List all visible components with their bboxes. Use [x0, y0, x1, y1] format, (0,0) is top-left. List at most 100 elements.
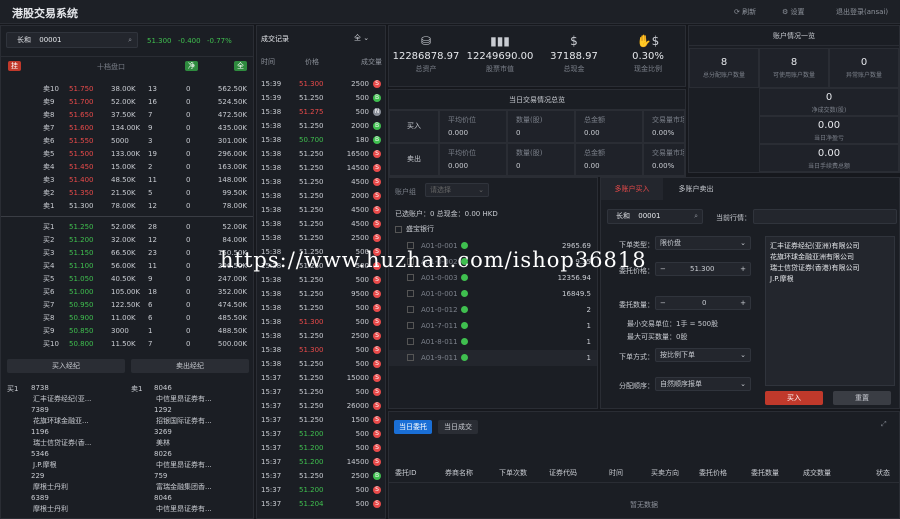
refresh-button[interactable]: ⟳ 刷新: [734, 7, 756, 17]
broker-name[interactable]: 美林: [156, 438, 170, 448]
ask-row[interactable]: 卖3 51.400 48.50K 11 0 148.00K: [1, 174, 253, 187]
broker-name[interactable]: 招银国际证券有...: [156, 416, 212, 426]
bid-row[interactable]: 买3 51.150 66.50K 23 0 150.50K: [1, 247, 253, 260]
account-checkbox[interactable]: [407, 338, 414, 345]
ask-row[interactable]: 卖5 51.500 133.00K 19 0 296.00K: [1, 148, 253, 161]
account-checkbox[interactable]: [407, 354, 414, 361]
status-ok-icon: [461, 306, 468, 313]
orders-col-5: 买卖方向: [651, 469, 679, 477]
broker-option[interactable]: 花旗环球金融亚洲有限公司: [770, 252, 890, 263]
net-tag[interactable]: 净: [185, 61, 198, 71]
all-tag[interactable]: 全: [234, 61, 247, 71]
sell-brokers-button[interactable]: 卖出经纪: [131, 359, 249, 373]
broker-name[interactable]: 瑞士信贷证券(香...: [33, 438, 91, 448]
search-icon[interactable]: ⌕: [694, 210, 698, 223]
trade-side-badge: S: [373, 458, 381, 466]
bid-row[interactable]: 买7 50.950 122.50K 6 0 474.50K: [1, 299, 253, 312]
order-stock-input[interactable]: 长和 00001 ⌕: [607, 209, 703, 224]
account-checkbox[interactable]: [407, 322, 414, 329]
plus-icon[interactable]: +: [740, 297, 746, 309]
tab-today-deals[interactable]: 当日成交: [438, 420, 478, 434]
reset-button[interactable]: 重置: [833, 391, 891, 405]
broker-name[interactable]: 汇丰证券经纪(亚...: [33, 394, 91, 404]
account-checkbox[interactable]: [407, 290, 414, 297]
ask-row[interactable]: 卖4 51.450 15.00K 2 0 163.00K: [1, 161, 253, 174]
tab-multi-sell[interactable]: 多账户卖出: [663, 178, 729, 200]
broker-id: 7389: [31, 406, 49, 414]
bid-row[interactable]: 买1 51.250 52.00K 28 0 52.00K: [1, 221, 253, 234]
broker-name[interactable]: 中信里昂证券有...: [156, 394, 212, 404]
chevron-down-icon: ⌄: [363, 34, 370, 42]
broker-name[interactable]: 中信里昂证券有...: [156, 460, 212, 470]
account-row[interactable]: A01-9-011 1: [389, 350, 597, 366]
bank-checkbox[interactable]: [395, 225, 402, 233]
bid-row[interactable]: 买5 51.050 40.50K 9 0 247.00K: [1, 273, 253, 286]
qty-stepper[interactable]: − 0 +: [655, 296, 751, 310]
account-row[interactable]: A01-0-003 12356.94: [389, 270, 597, 286]
broker-name[interactable]: 富瑞金融集团香...: [156, 482, 212, 492]
broker-name[interactable]: 摩根士丹利: [33, 482, 68, 492]
broker-option[interactable]: 汇丰证券经纪(亚洲)有限公司: [770, 241, 890, 252]
account-group-select[interactable]: 请选择 ⌄: [425, 183, 489, 197]
settings-button[interactable]: ⚙ 设置: [782, 7, 805, 17]
level-cumulative: 99.50K: [222, 189, 247, 197]
trade-time: 15:39: [261, 94, 282, 102]
buy-button[interactable]: 买入: [765, 391, 823, 405]
broker-name[interactable]: 花旗环球金融亚...: [33, 416, 89, 426]
bid-row[interactable]: 买4 51.100 56.00K 11 0 206.50K: [1, 260, 253, 273]
summary-cell: 数量(股) 0: [507, 110, 575, 143]
ask-row[interactable]: 卖1 51.300 78.00K 12 0 78.00K: [1, 200, 253, 213]
level-cumulative: 562.50K: [217, 85, 247, 93]
ask-row[interactable]: 卖10 51.750 38.00K 13 0 562.50K: [1, 83, 253, 96]
trade-row: 15:38 51.250 4500 S: [257, 218, 385, 231]
expand-icon[interactable]: ⤢: [881, 420, 887, 429]
account-group-placeholder: 请选择: [430, 186, 451, 194]
refresh-label: 刷新: [742, 8, 757, 16]
minus-icon[interactable]: −: [660, 263, 666, 275]
search-icon[interactable]: ⌕: [128, 33, 132, 47]
trade-volume: 2500: [351, 332, 369, 340]
account-row[interactable]: A01-0-012 2: [389, 302, 597, 318]
trades-filter[interactable]: 全 ⌄: [354, 33, 369, 43]
stat-value: 37188.97: [550, 51, 598, 62]
ask-row[interactable]: 卖6 51.550 5000 3 0 301.00K: [1, 135, 253, 148]
level-label: 买4: [43, 262, 55, 270]
ask-row[interactable]: 卖8 51.650 37.50K 7 0 472.50K: [1, 109, 253, 122]
minus-icon[interactable]: −: [660, 297, 666, 309]
bid-row[interactable]: 买9 50.850 3000 1 0 488.50K: [1, 325, 253, 338]
stock-search-input[interactable]: 长和 00001 ⌕: [6, 32, 138, 48]
broker-name[interactable]: 摩根士丹利: [33, 504, 68, 514]
ask-row[interactable]: 卖2 51.350 21.50K 5 0 99.50K: [1, 187, 253, 200]
bid-row[interactable]: 买8 50.900 11.00K 6 0 485.50K: [1, 312, 253, 325]
current-quote-field[interactable]: [753, 209, 897, 224]
account-row[interactable]: A01-7-011 1: [389, 318, 597, 334]
ask-row[interactable]: 卖9 51.700 52.00K 16 0 524.50K: [1, 96, 253, 109]
broker-name[interactable]: J.P.摩根: [33, 460, 57, 470]
account-checkbox[interactable]: [407, 274, 414, 281]
level-volume: 133.00K: [111, 150, 141, 158]
account-checkbox[interactable]: [407, 306, 414, 313]
bid-row[interactable]: 买6 51.000 105.00K 18 0 352.00K: [1, 286, 253, 299]
order-mode-select[interactable]: 按比例下单 ⌄: [655, 348, 751, 362]
alloc-order-select[interactable]: 自然顺序报单 ⌄: [655, 377, 751, 391]
bid-row[interactable]: 买2 51.200 32.00K 12 0 84.00K: [1, 234, 253, 247]
logout-button[interactable]: 退出登录(ansai): [836, 7, 888, 17]
buy-brokers-button[interactable]: 买入经纪: [7, 359, 125, 373]
broker-select-box[interactable]: 汇丰证券经纪(亚洲)有限公司 花旗环球金融亚洲有限公司 瑞士信贷证券(香港)有限公司…: [765, 236, 895, 386]
hang-tag[interactable]: 挂: [8, 61, 21, 71]
tab-multi-buy[interactable]: 多账户买入: [601, 178, 663, 200]
order-type-select[interactable]: 限价盘 ⌄: [655, 236, 751, 250]
bid-row[interactable]: 买10 50.800 11.50K 7 0 500.00K: [1, 338, 253, 351]
price-stepper[interactable]: − 51.300 +: [655, 262, 751, 276]
broker-name[interactable]: 中信里昂证券有...: [156, 504, 212, 514]
tab-today-orders[interactable]: 当日委托: [394, 420, 432, 434]
broker-option[interactable]: J.P.摩根: [770, 274, 890, 285]
level-label: 卖3: [43, 176, 55, 184]
plus-icon[interactable]: +: [740, 263, 746, 275]
account-row[interactable]: A01-0-001 16849.5: [389, 286, 597, 302]
level-change: 0: [186, 202, 191, 210]
bank-group[interactable]: 盛宝银行: [395, 224, 434, 234]
broker-option[interactable]: 瑞士信贷证券(香港)有限公司: [770, 263, 890, 274]
account-row[interactable]: A01-8-011 1: [389, 334, 597, 350]
ask-row[interactable]: 卖7 51.600 134.00K 9 0 435.00K: [1, 122, 253, 135]
